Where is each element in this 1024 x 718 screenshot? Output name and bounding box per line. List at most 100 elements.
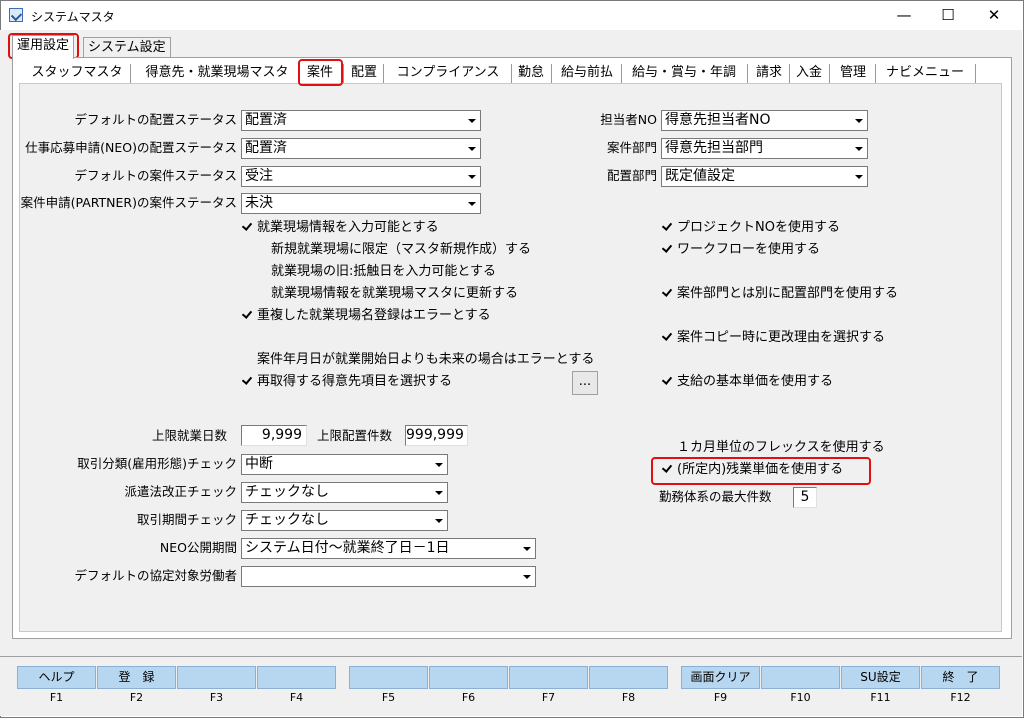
lower-combo-2-value: チェックなし: [245, 512, 329, 528]
checkbox-unchecked-icon[interactable]: [255, 287, 266, 298]
tab-seikyu[interactable]: 請求: [752, 63, 786, 84]
fkey-button-f3[interactable]: [177, 666, 256, 689]
lower-combo-2[interactable]: チェックなし: [241, 510, 448, 531]
fkey-button-f4[interactable]: [257, 666, 336, 689]
left-check-0[interactable]: 就業現場情報を入力可能とする: [241, 219, 439, 237]
checkbox-checked-icon[interactable]: [661, 375, 672, 386]
left-check-4[interactable]: 重複した就業現場名登録はエラーとする: [241, 307, 491, 325]
chevron-down-icon[interactable]: [851, 111, 867, 130]
lower-combo-0-value: 中断: [245, 456, 273, 472]
fkey-button-f9[interactable]: 画面クリア: [681, 666, 760, 689]
checkbox-checked-icon[interactable]: [661, 221, 672, 232]
tab-kanri[interactable]: 管理: [834, 63, 872, 84]
right-combo-2[interactable]: 既定値設定: [661, 166, 868, 187]
right-combo-1[interactable]: 得意先担当部門: [661, 138, 868, 159]
fkey-button-f8[interactable]: [589, 666, 668, 689]
fkey-label-f12: F12: [950, 691, 971, 704]
fkey-button-f12[interactable]: 終 了: [921, 666, 1000, 689]
lower-combo-0[interactable]: 中断: [241, 454, 448, 475]
fkey-button-f11[interactable]: SU設定: [841, 666, 920, 689]
fkey-label-f8: F8: [621, 691, 636, 704]
tab-nyukin[interactable]: 入金: [792, 63, 826, 84]
left-combo-0-value: 配置済: [245, 112, 287, 128]
checkbox-checked-icon[interactable]: [241, 221, 252, 232]
left-check-5[interactable]: 案件年月日が就業開始日よりも未来の場合はエラーとする: [241, 351, 594, 369]
fkey-button-f7[interactable]: [509, 666, 588, 689]
app-icon: [9, 8, 23, 22]
select-items-button[interactable]: ...: [572, 371, 598, 395]
tab-navi-menu[interactable]: ナビメニュー: [878, 63, 972, 84]
right-check-4[interactable]: 支給の基本単価を使用する: [661, 373, 833, 391]
right-check-3[interactable]: 案件コピー時に更改理由を選択する: [661, 329, 885, 347]
tab-compliance[interactable]: コンプライアンス: [388, 63, 508, 84]
tab-kyuyo-maebarai[interactable]: 給与前払: [556, 63, 618, 84]
chevron-down-icon[interactable]: [431, 483, 447, 502]
fkey-button-f6[interactable]: [429, 666, 508, 689]
tab-system-settei[interactable]: システム設定: [83, 37, 171, 57]
right-check-3-label: 案件コピー時に更改理由を選択する: [677, 330, 886, 345]
checkbox-unchecked-icon[interactable]: [255, 243, 266, 254]
checkbox-unchecked-icon[interactable]: [241, 353, 252, 364]
chevron-down-icon[interactable]: [464, 139, 480, 158]
lower-combo-3[interactable]: システム日付〜就業終了日－1日: [241, 538, 536, 559]
left-combo-3[interactable]: 未決: [241, 193, 481, 214]
chevron-down-icon[interactable]: [851, 139, 867, 158]
fkey-label-f2: F2: [129, 691, 144, 704]
lower-combo-label-4: デフォルトの協定対象労働者: [74, 568, 237, 583]
checkbox-checked-icon[interactable]: [661, 243, 672, 254]
tab-kyuyo-shoyo-nencho[interactable]: 給与・賞与・年調: [624, 63, 744, 84]
chevron-down-icon[interactable]: [464, 194, 480, 213]
fkey-button-f2[interactable]: 登 録: [97, 666, 176, 689]
lower-combo-4[interactable]: [241, 566, 536, 587]
tab-separator: [789, 64, 790, 83]
right-combo-0[interactable]: 得意先担当者NO: [661, 110, 868, 131]
left-combo-2[interactable]: 受注: [241, 166, 481, 187]
close-button[interactable]: ✕: [971, 1, 1017, 31]
checkbox-checked-icon[interactable]: [241, 309, 252, 320]
tab-unyou-settei[interactable]: 運用設定: [12, 35, 75, 59]
chevron-down-icon[interactable]: [519, 567, 535, 586]
max-schedule-input[interactable]: 5: [793, 487, 817, 508]
checkbox-checked-icon[interactable]: [661, 331, 672, 342]
chevron-down-icon[interactable]: [464, 111, 480, 130]
tab-haichi[interactable]: 配置: [348, 63, 380, 84]
left-check-6[interactable]: 再取得する得意先項目を選択する: [241, 373, 452, 391]
max-schedule-label: 勤務体系の最大件数: [659, 489, 772, 504]
left-combo-0[interactable]: 配置済: [241, 110, 481, 131]
left-combo-1[interactable]: 配置済: [241, 138, 481, 159]
left-check-1[interactable]: 新規就業現場に限定（マスタ新規作成）する: [255, 241, 531, 259]
right-check-2[interactable]: 案件部門とは別に配置部門を使用する: [661, 285, 898, 303]
max-days-input[interactable]: 9,999: [241, 425, 307, 446]
lower-combo-1[interactable]: チェックなし: [241, 482, 448, 503]
chevron-down-icon[interactable]: [464, 167, 480, 186]
fkey-label-f7: F7: [541, 691, 556, 704]
left-check-3[interactable]: 就業現場情報を就業現場マスタに更新する: [255, 285, 518, 303]
right-check-1[interactable]: ワークフローを使用する: [661, 241, 820, 259]
tab-customer-site[interactable]: 得意先・就業現場マスタ: [137, 63, 297, 84]
checkbox-checked-icon[interactable]: [661, 287, 672, 298]
chevron-down-icon[interactable]: [851, 167, 867, 186]
fkey-button-f5[interactable]: [349, 666, 428, 689]
max-count-input[interactable]: 999,999: [405, 425, 468, 446]
tab-separator: [343, 64, 344, 83]
tab-staff[interactable]: スタッフマスタ: [27, 63, 127, 84]
chevron-down-icon[interactable]: [431, 455, 447, 474]
minimize-button[interactable]: —: [881, 1, 927, 31]
checkbox-unchecked-icon[interactable]: [255, 265, 266, 276]
fkey-button-f10[interactable]: [761, 666, 840, 689]
checkbox-checked-icon[interactable]: [241, 375, 252, 386]
maximize-button[interactable]: ☐: [925, 1, 971, 31]
left-check-6-label: 再取得する得意先項目を選択する: [257, 374, 453, 389]
fkey-button-f1[interactable]: ヘルプ: [17, 666, 96, 689]
tab-kintai[interactable]: 勤怠: [514, 63, 548, 84]
chevron-down-icon[interactable]: [431, 511, 447, 530]
right-check-4-label: 支給の基本単価を使用する: [677, 374, 834, 389]
right-check-5[interactable]: １カ月単位のフレックスを使用する: [661, 439, 885, 457]
right-check-0[interactable]: プロジェクトNOを使用する: [661, 219, 840, 237]
title-bar: システムマスタ — ☐ ✕: [1, 1, 1023, 31]
left-combo-2-value: 受注: [245, 168, 273, 184]
lower-combo-label-0: 取引分類(雇用形態)チェック: [77, 456, 237, 471]
checkbox-unchecked-icon[interactable]: [661, 441, 672, 452]
left-check-2[interactable]: 就業現場の旧:抵触日を入力可能とする: [255, 263, 496, 281]
chevron-down-icon[interactable]: [519, 539, 535, 558]
